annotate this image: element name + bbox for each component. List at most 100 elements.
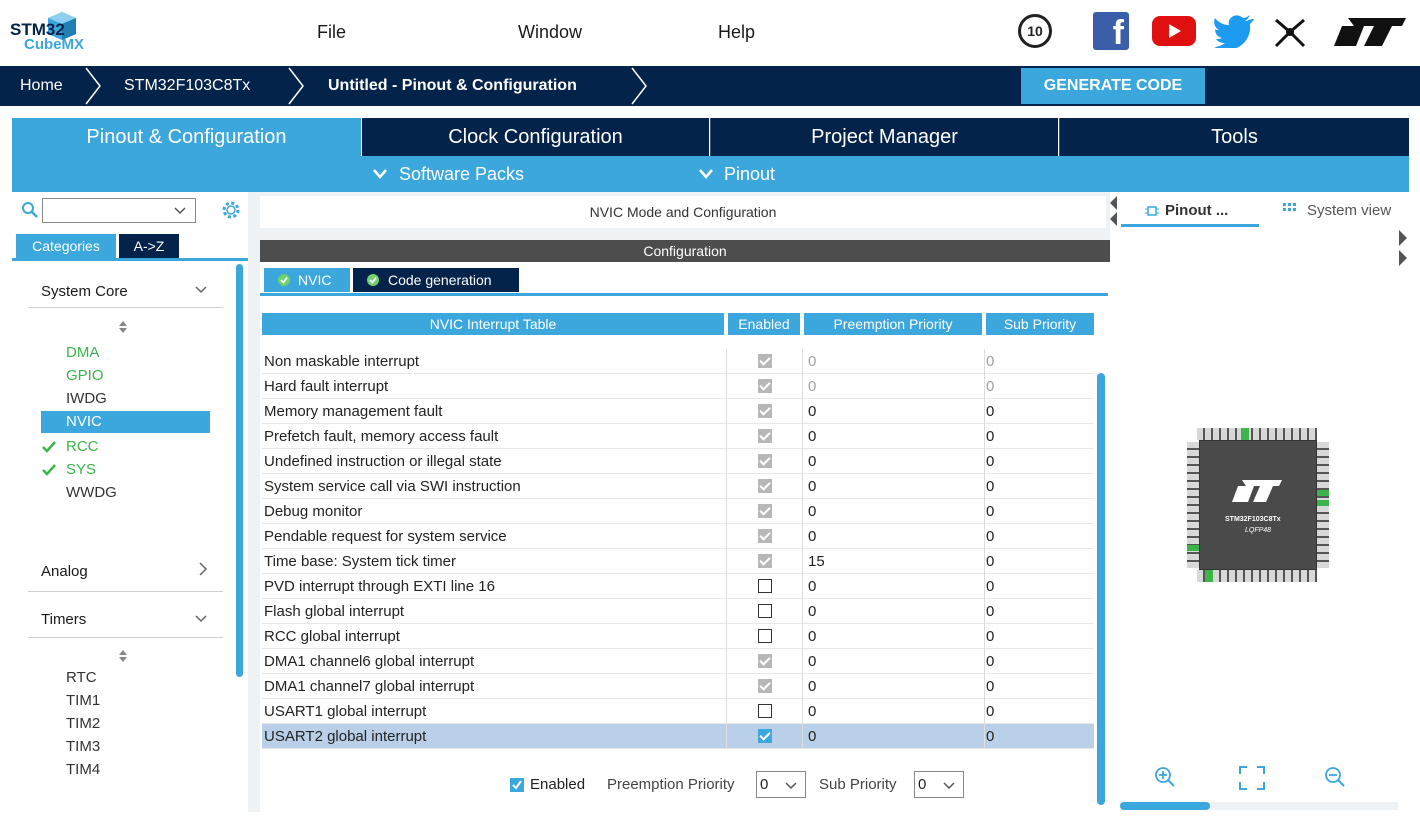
chevron-down-icon[interactable] (195, 285, 207, 295)
anniversary-badge-icon[interactable]: 10 (1018, 14, 1052, 48)
preemption-priority[interactable]: 0 (808, 528, 816, 545)
sub-priority[interactable]: 0 (986, 578, 994, 595)
category-system-core[interactable]: System Core (41, 283, 128, 300)
collapse-left-icon[interactable] (1110, 196, 1118, 226)
tab-project-manager[interactable]: Project Manager (711, 118, 1058, 156)
chevron-down-icon[interactable] (174, 206, 186, 216)
generate-code-button[interactable]: GENERATE CODE (1021, 68, 1205, 104)
pinout-menu[interactable]: Pinout (724, 156, 775, 192)
table-header-enabled[interactable]: Enabled (728, 313, 800, 335)
sidebar-item-iwdg[interactable]: IWDG (41, 388, 210, 410)
preemption-priority[interactable]: 0 (808, 353, 816, 370)
preemption-priority[interactable]: 0 (808, 678, 816, 695)
sort-icon[interactable] (119, 650, 127, 662)
table-row[interactable]: USART1 global interrupt 0 0 (262, 699, 1094, 724)
preemption-priority[interactable]: 0 (808, 728, 816, 745)
sub-priority[interactable]: 0 (986, 403, 994, 420)
enabled-checkbox[interactable] (758, 429, 772, 443)
table-row[interactable]: Undefined instruction or illegal state 0 0 (262, 449, 1094, 474)
preemption-priority[interactable]: 0 (808, 478, 816, 495)
preemption-priority[interactable]: 0 (808, 603, 816, 620)
enabled-checkbox[interactable] (758, 529, 772, 543)
preemption-priority[interactable]: 0 (808, 403, 816, 420)
table-row[interactable]: Pendable request for system service 0 0 (262, 524, 1094, 549)
youtube-icon[interactable] (1152, 14, 1196, 48)
preemption-priority[interactable]: 0 (808, 378, 816, 395)
sidebar-item-tim2[interactable]: TIM2 (66, 715, 100, 732)
enabled-checkbox[interactable] (758, 379, 772, 393)
sub-priority[interactable]: 0 (986, 428, 994, 445)
sub-priority[interactable]: 0 (986, 503, 994, 520)
tab-pinout-view[interactable]: Pinout ... (1165, 202, 1228, 219)
enabled-checkbox[interactable] (758, 604, 772, 618)
enabled-checkbox[interactable] (758, 704, 772, 718)
table-row[interactable]: Memory management fault 0 0 (262, 399, 1094, 424)
sub-priority[interactable]: 0 (986, 653, 994, 670)
category-scrollbar[interactable] (236, 264, 243, 677)
twitter-icon[interactable] (1214, 14, 1254, 48)
chevron-right-icon[interactable] (198, 562, 208, 576)
sub-priority[interactable]: 0 (986, 353, 994, 370)
tab-tools[interactable]: Tools (1060, 118, 1409, 156)
pinout-horizontal-scrollbar[interactable] (1120, 802, 1210, 810)
tab-nvic[interactable]: NVIC (264, 268, 350, 292)
preemption-priority[interactable]: 0 (808, 578, 816, 595)
sidebar-item-tim3[interactable]: TIM3 (66, 738, 100, 755)
table-row[interactable]: USART2 global interrupt 0 0 (262, 724, 1094, 749)
zoom-out-icon[interactable] (1324, 766, 1346, 788)
az-tab[interactable]: A->Z (119, 234, 179, 258)
sub-priority-select[interactable]: 0 (914, 771, 964, 798)
breadcrumb-current[interactable]: Untitled - Pinout & Configuration (328, 66, 577, 106)
sidebar-item-gpio[interactable]: GPIO (41, 365, 210, 387)
preemption-priority[interactable]: 0 (808, 453, 816, 470)
preemption-priority[interactable]: 0 (808, 653, 816, 670)
sub-priority[interactable]: 0 (986, 528, 994, 545)
sidebar-item-sys[interactable]: SYS (41, 459, 210, 481)
enabled-checkbox[interactable] (758, 479, 772, 493)
table-header-sub[interactable]: Sub Priority (986, 313, 1094, 335)
network-icon[interactable] (1272, 14, 1308, 50)
preemption-priority[interactable]: 15 (808, 553, 825, 570)
sub-priority[interactable]: 0 (986, 603, 994, 620)
sub-priority[interactable]: 0 (986, 553, 994, 570)
enabled-checkbox[interactable] (758, 354, 772, 368)
sub-priority[interactable]: 0 (986, 453, 994, 470)
preemption-priority[interactable]: 0 (808, 703, 816, 720)
menu-window[interactable]: Window (518, 22, 582, 43)
preemption-priority[interactable]: 0 (808, 628, 816, 645)
gear-icon[interactable] (221, 200, 241, 220)
enabled-checkbox[interactable] (758, 654, 772, 668)
sort-icon[interactable] (119, 321, 127, 333)
expand-right-icon[interactable] (1398, 230, 1408, 270)
facebook-icon[interactable]: f (1093, 12, 1129, 52)
table-row[interactable]: Non maskable interrupt 0 0 (262, 349, 1094, 374)
enabled-checkbox[interactable] (758, 729, 772, 743)
table-row[interactable]: DMA1 channel6 global interrupt 0 0 (262, 649, 1094, 674)
tab-system-view[interactable]: System view (1307, 202, 1391, 219)
enabled-checkbox[interactable] (758, 454, 772, 468)
sub-priority[interactable]: 0 (986, 728, 994, 745)
category-timers[interactable]: Timers (41, 611, 86, 628)
enabled-checkbox[interactable] (758, 554, 772, 568)
tab-pinout-configuration[interactable]: Pinout & Configuration (12, 118, 361, 156)
enabled-checkbox[interactable] (758, 679, 772, 693)
enabled-checkbox[interactable] (758, 629, 772, 643)
sub-priority[interactable]: 0 (986, 478, 994, 495)
enabled-checkbox[interactable] (758, 404, 772, 418)
table-row[interactable]: RCC global interrupt 0 0 (262, 624, 1094, 649)
categories-tab[interactable]: Categories (16, 234, 116, 258)
sub-priority[interactable]: 0 (986, 628, 994, 645)
breadcrumb-home[interactable]: Home (20, 66, 63, 106)
preemption-priority[interactable]: 0 (808, 503, 816, 520)
category-analog[interactable]: Analog (41, 563, 88, 580)
sidebar-item-tim1[interactable]: TIM1 (66, 692, 100, 709)
table-row[interactable]: System service call via SWI instruction 0… (262, 474, 1094, 499)
enabled-checkbox[interactable] (758, 504, 772, 518)
preemption-select[interactable]: 0 (756, 771, 806, 798)
search-input[interactable] (42, 198, 196, 223)
sidebar-item-rcc[interactable]: RCC (41, 436, 210, 458)
table-row[interactable]: Debug monitor 0 0 (262, 499, 1094, 524)
enabled-checkbox[interactable] (758, 579, 772, 593)
chevron-down-icon[interactable] (195, 614, 207, 624)
table-scrollbar[interactable] (1097, 373, 1105, 805)
